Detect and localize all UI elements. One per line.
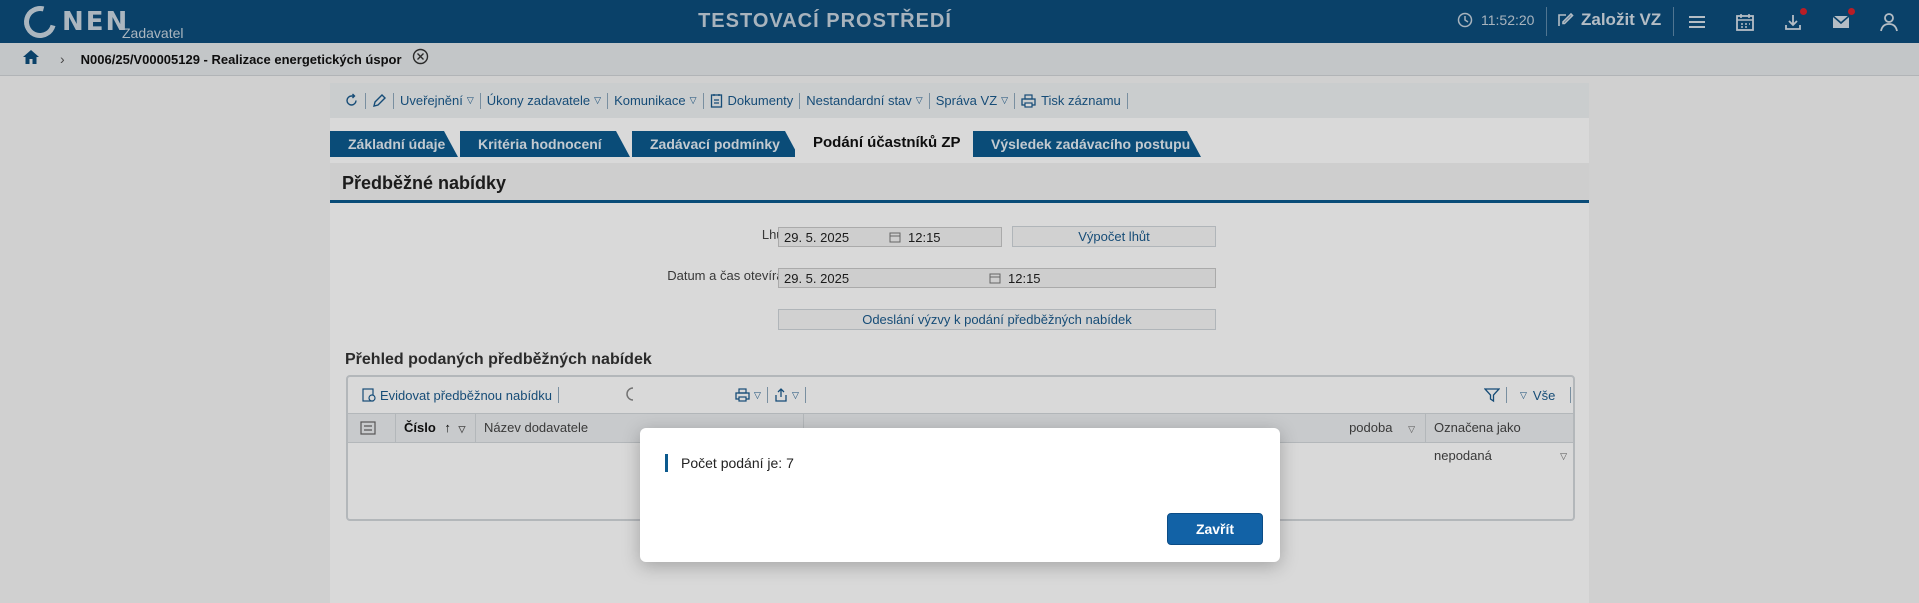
- info-dialog: Počet podání je: 7 Zavřít: [640, 428, 1280, 562]
- close-dialog-button[interactable]: Zavřít: [1167, 513, 1263, 545]
- dialog-message: Počet podání je: 7: [665, 454, 794, 472]
